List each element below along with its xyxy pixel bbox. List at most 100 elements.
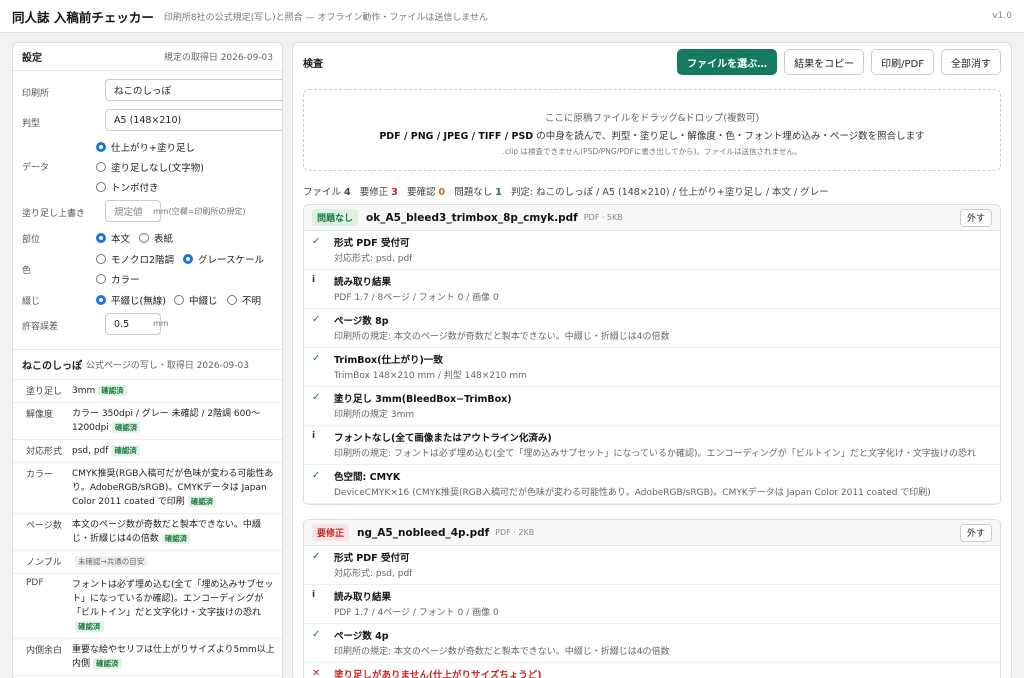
spec-status-tag: 確認済 [75, 621, 104, 632]
bleed-override-label: 塗り足し上書き [22, 209, 86, 219]
binding-option-unknown[interactable]: 不明 [227, 293, 261, 307]
check-icon: ✓ [312, 470, 321, 481]
check-item: ✓ TrimBox(仕上がり)一致 TrimBox 148×210 mm / 判型 … [304, 348, 1000, 387]
info-icon: i [312, 590, 316, 600]
error-x-icon: ✕ [312, 668, 321, 678]
spec-row: ページ数 本文のページ数が奇数だと製本できない。中綴じ・折綴じは4の倍数 確認済 [13, 514, 282, 551]
spec-value: 未確認→共通の目安 [72, 555, 282, 569]
printer-label: 印刷所 [22, 89, 50, 99]
file-status-badge: 要修正 [312, 524, 350, 541]
radio-icon [183, 254, 193, 264]
spec-key: ページ数 [26, 521, 62, 531]
file-status-badge: 問題なし [312, 209, 359, 226]
check-item-body: 形式 PDF 受付可 対応形式: psd, pdf [334, 235, 412, 264]
check-item-title: ページ数 4p [334, 631, 389, 642]
binding-label: 綴じ [22, 297, 41, 307]
check-item-desc: 印刷所の規定: 本文のページ数が奇数だと製本できない。中綴じ・折綴じは4の倍数 [334, 332, 670, 342]
remove-file-button[interactable]: 外す [959, 523, 992, 542]
spec-status-tag: 確認済 [161, 533, 191, 544]
data-option-trimmarks[interactable]: トンボ付き [96, 180, 159, 194]
fetched-date: 規定の取得日 2026-09-03 [163, 53, 273, 63]
inspect-panel: 検査 ファイルを選ぶ… 結果をコピー 印刷/PDF 全部消す ここに原稿ファイル… [292, 42, 1012, 678]
check-item-desc: 印刷所の規定 3mm [334, 410, 415, 420]
check-item: i 読み取り結果 PDF 1.7 / 4ページ / フォント 0 / 画像 0 [304, 585, 1000, 624]
printer-select[interactable]: ねこのしっぽ ⌄ [105, 79, 282, 101]
check-item-title: TrimBox(仕上がり)一致 [334, 355, 443, 366]
check-item-desc: PDF 1.7 / 8ページ / フォント 0 / 画像 0 [334, 293, 499, 303]
spec-value: 重要な絵やセリフは仕上がりサイズより5mm以上内側 確認済 [72, 645, 275, 669]
data-option-bleed[interactable]: 仕上がり+塗り足し [96, 140, 195, 154]
file-card-header: 要修正 ng_A5_nobleed_4p.pdf PDF · 2KB 外す [304, 520, 1000, 546]
file-name: ok_A5_bleed3_trimbox_8p_cmyk.pdf [366, 211, 578, 224]
spec-printer-name: ねこのしっぽ [22, 361, 82, 372]
drop-description: PDF / PNG / JPEG / TIFF / PSD の中身を読んで、判型… [379, 131, 925, 142]
data-label: データ [22, 163, 50, 173]
fix-count: 3 [391, 187, 398, 198]
spec-key: ノンブル [26, 558, 62, 568]
check-item-title: 形式 PDF 受付可 [334, 238, 410, 249]
spec-source: 公式ページの写し・取得日 2026-09-03 [86, 361, 249, 371]
copy-results-button[interactable]: 結果をコピー [784, 49, 865, 75]
printer-select-value: ねこのしっぽ [114, 86, 172, 97]
spec-key: 解像度 [26, 410, 54, 420]
check-item-desc: 印刷所の規定: フォントは必ず埋め込む(全て「埋め込みサブセット」になっているか… [334, 449, 976, 459]
color-option-gray[interactable]: グレースケール [183, 252, 264, 266]
spec-row: 塗り足し 3mm 確認済 [13, 380, 282, 403]
part-option-body[interactable]: 本文 [96, 231, 130, 245]
check-item-desc: 対応形式: psd, pdf [334, 254, 413, 264]
settings-title: 設定 [22, 53, 42, 64]
check-item-title: ページ数 8p [334, 316, 389, 327]
spec-status-tag: 確認済 [93, 658, 122, 669]
binding-option-saddle[interactable]: 中綴じ [174, 293, 218, 307]
size-label: 判型 [22, 119, 41, 129]
check-item: ✓ 塗り足し 3mm(BleedBox−TrimBox) 印刷所の規定 3mm [304, 387, 1000, 426]
check-item: ✕ 塗り足しがありません(仕上がりサイズちょうど) [304, 663, 1000, 678]
check-item-title: 塗り足しがありません(仕上がりサイズちょうど) [334, 670, 542, 678]
info-icon: i [312, 431, 316, 441]
clear-all-button[interactable]: 全部消す [941, 49, 1001, 75]
color-option-mono[interactable]: モノクロ2階調 [96, 252, 174, 266]
binding-option-perfect[interactable]: 平綴じ(無線) [96, 293, 166, 307]
spec-status-tag: 確認済 [98, 385, 127, 396]
results-summary: ファイル 4 要修正 3 要確認 0 問題なし 1 判定: ねこのしっぽ / A… [303, 187, 829, 198]
spec-row: 対応形式 psd, pdf 確認済 [13, 440, 282, 463]
radio-icon [96, 182, 106, 192]
part-option-cover[interactable]: 表紙 [139, 231, 173, 245]
spec-row: ノンブル 未確認→共通の目安 [13, 551, 282, 574]
spec-value: psd, pdf 確認済 [72, 444, 282, 458]
spec-row: PDF フォントは必ず埋め込む(全て「埋め込みサブセット」になっているか確認)。エ… [13, 574, 282, 639]
app-title: 同人誌 入稿前チェッカー [12, 9, 154, 25]
size-select[interactable]: A5 (148×210) ⌄ [105, 109, 282, 131]
check-item-body: 読み取り結果 PDF 1.7 / 8ページ / フォント 0 / 画像 0 [334, 274, 499, 303]
spec-value: フォントは必ず埋め込む(全て「埋め込みサブセット」になっているか確認)。エンコー… [72, 580, 274, 632]
check-item-title: 形式 PDF 受付可 [334, 553, 410, 564]
info-icon: i [312, 275, 316, 285]
drop-note: .clip は検査できません(PSD/PNG/PDFに書き出してから)。ファイル… [502, 147, 802, 156]
check-item: i 読み取り結果 PDF 1.7 / 8ページ / フォント 0 / 画像 0 [304, 270, 1000, 309]
check-item-body: 塗り足し 3mm(BleedBox−TrimBox) 印刷所の規定 3mm [334, 391, 512, 420]
drop-formats: PDF / PNG / JPEG / TIFF / PSD [379, 131, 534, 142]
bleed-unit: mm(空欄=印刷所の規定) [153, 207, 246, 216]
spec-status-tag: 確認済 [187, 496, 217, 507]
file-drop-zone[interactable]: ここに原稿ファイルをドラッグ&ドロップ(複数可) PDF / PNG / JPE… [303, 89, 1001, 171]
check-item-body: 塗り足しがありません(仕上がりサイズちょうど) [334, 667, 542, 678]
part-label: 部位 [22, 235, 41, 245]
drop-instruction: ここに原稿ファイルをドラッグ&ドロップ(複数可) [544, 113, 760, 124]
spec-key: 塗り足し [26, 387, 63, 397]
app-header: 同人誌 入稿前チェッカー 印刷所8社の公式規定(写し)と照合 — オフライン動作… [0, 0, 1024, 33]
check-item-title: 読み取り結果 [334, 277, 392, 288]
check-icon: ✓ [312, 236, 321, 247]
inspect-header: 検査 ファイルを選ぶ… 結果をコピー 印刷/PDF 全部消す [293, 43, 1011, 81]
choose-file-button[interactable]: ファイルを選ぶ… [677, 49, 778, 75]
print-pdf-button[interactable]: 印刷/PDF [871, 49, 934, 75]
printer-spec-section: ねこのしっぽ 公式ページの写し・取得日 2026-09-03 塗り足し 3mm 確認… [13, 349, 282, 678]
check-item-desc: DeviceCMYK×16 (CMYK推奨(RGB入稿可だが色味が変わる可能性あ… [334, 488, 931, 498]
data-option-nobleed[interactable]: 塗り足しなし(文字物) [96, 160, 204, 174]
remove-file-button[interactable]: 外す [959, 208, 992, 227]
spec-key: カラー [26, 470, 54, 480]
check-item-title: 塗り足し 3mm(BleedBox−TrimBox) [334, 394, 512, 405]
color-option-color[interactable]: カラー [96, 272, 140, 286]
file-card-header: 問題なし ok_A5_bleed3_trimbox_8p_cmyk.pdf PDF … [304, 205, 1000, 231]
check-count: 0 [438, 187, 446, 198]
spec-value: カラー 350dpi / グレー 未確認 / 2階調 600〜1200dpi 確認… [72, 409, 261, 433]
